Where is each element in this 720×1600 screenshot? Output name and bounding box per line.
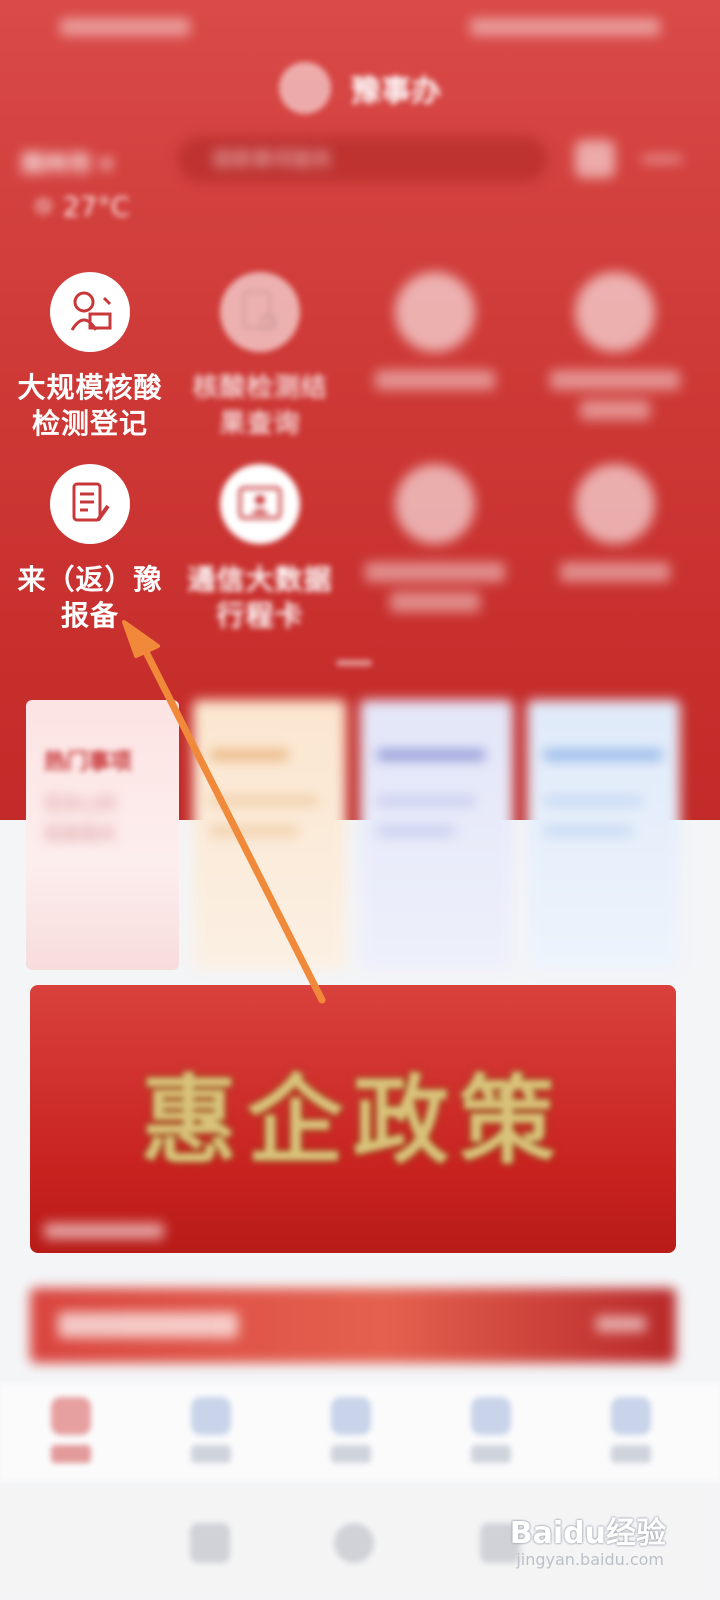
grid-item-nucleic-registration[interactable]: 大规模核酸 检测登记 (0, 272, 180, 442)
card-2[interactable] (193, 700, 346, 970)
policy-banner[interactable]: 惠企政策 (30, 985, 676, 1253)
nav-item-2[interactable] (171, 1397, 251, 1463)
nav-home[interactable] (31, 1397, 111, 1463)
nav-item-3[interactable] (311, 1397, 391, 1463)
nav-icon (191, 1397, 231, 1435)
grid-item-trip-card[interactable]: 通信大数据 行程卡 (170, 464, 350, 634)
id-card-icon (220, 464, 300, 544)
document-search-icon (220, 272, 300, 352)
home-button-icon[interactable] (334, 1523, 374, 1563)
news-strip[interactable] (30, 1288, 676, 1363)
home-icon (51, 1397, 91, 1435)
service-icon (395, 272, 475, 352)
card-subtitle: 您关心的 就是我关 (44, 794, 116, 845)
grid-label: 大规模核酸 检测登记 (17, 371, 163, 440)
bottom-nav (0, 1383, 720, 1483)
card-3[interactable] (360, 700, 513, 970)
grid-label: 来（返）豫 报备 (17, 563, 163, 632)
city-selector[interactable]: 郑州市 ▾ (20, 144, 112, 179)
service-icon (575, 464, 655, 544)
feature-cards: 热门事项 您关心的 就是我关 (26, 700, 686, 970)
nav-icon (611, 1397, 651, 1435)
grid-item-8[interactable] (525, 464, 705, 592)
grid-item-3[interactable] (345, 272, 525, 400)
watermark-url: jingyan.baidu.com (516, 1550, 664, 1569)
top-bar: 郑州市 ▾ 搜索事项服务 (0, 132, 720, 188)
nav-icon (471, 1397, 511, 1435)
page-indicator (336, 660, 372, 666)
person-signature-icon (50, 272, 130, 352)
weather-temp: 27°C (62, 192, 130, 223)
hero-header: 豫事办 郑州市 ▾ 搜索事项服务 ☼ 27°C 大规模核酸 检测登记 核酸检测结果… (0, 0, 720, 820)
weather: ☼ 27°C (30, 190, 130, 225)
home-icon[interactable] (575, 140, 615, 178)
banner-title: 惠企政策 (141, 1065, 565, 1177)
banner-footer (44, 1223, 164, 1239)
back-icon[interactable] (190, 1523, 230, 1563)
card-title: 热门事项 (44, 750, 133, 775)
grid-item-4[interactable] (525, 272, 705, 430)
grid-item-return-report[interactable]: 来（返）豫 报备 (0, 464, 180, 634)
search-input[interactable]: 搜索事项服务 (178, 136, 548, 182)
sun-icon: ☼ (30, 190, 57, 225)
card-4[interactable] (527, 700, 680, 970)
service-icon (575, 272, 655, 352)
grid-item-7[interactable] (345, 464, 525, 622)
nav-item-4[interactable] (451, 1397, 531, 1463)
grid-label: 通信大数据 行程卡 (187, 563, 333, 632)
grid-label: 核酸检测结 果查询 (192, 373, 328, 439)
nav-icon (331, 1397, 371, 1435)
more-icon[interactable] (642, 156, 682, 162)
app-title: 豫事办 (0, 62, 720, 114)
app-logo-icon (279, 62, 331, 114)
nav-item-5[interactable] (591, 1397, 671, 1463)
document-edit-icon (50, 464, 130, 544)
shield-icon (395, 464, 475, 544)
card-hot-items[interactable]: 热门事项 您关心的 就是我关 (26, 700, 179, 970)
watermark-logo: Baidu经验 (509, 1516, 666, 1551)
grid-item-nucleic-result[interactable]: 核酸检测结 果查询 (170, 272, 350, 442)
status-bar (0, 14, 720, 44)
